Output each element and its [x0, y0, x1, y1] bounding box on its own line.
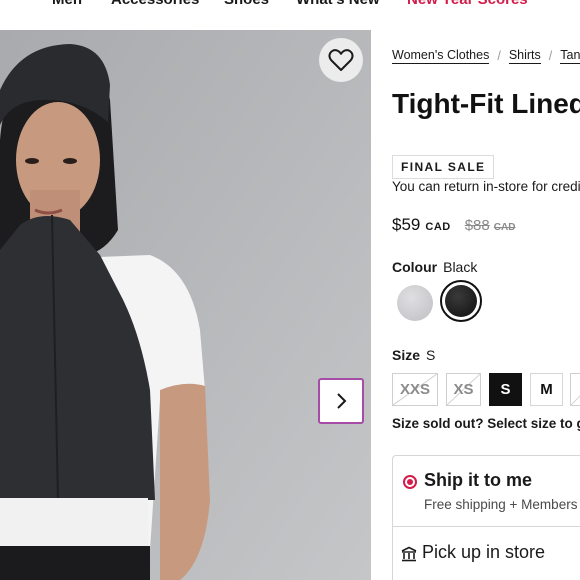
size-option-m[interactable]: M — [530, 373, 563, 406]
current-price: $59 — [392, 215, 421, 234]
nav-item-sale[interactable]: New Year Scores — [407, 0, 528, 8]
final-sale-badge: FINAL SALE — [392, 155, 495, 179]
colour-swatch-black-fill — [445, 285, 477, 317]
original-price-currency: CAD — [493, 222, 516, 233]
favorite-button[interactable] — [319, 38, 363, 82]
product-image-gallery — [0, 30, 371, 580]
chevron-right-icon — [337, 393, 347, 409]
selected-colour: Black — [443, 259, 478, 275]
store-icon — [401, 546, 417, 562]
size-option-label: M — [540, 381, 553, 398]
product-photo — [0, 30, 371, 580]
breadcrumb-shirts[interactable]: Shirts — [508, 48, 541, 64]
size-label: Size S — [392, 347, 435, 363]
selected-size: S — [426, 347, 436, 363]
nav-item-whats-new[interactable]: What's New — [296, 0, 380, 8]
breadcrumb-tank-tops[interactable]: Tank Tops — [560, 48, 580, 64]
size-option-xxs[interactable]: XXS — [392, 373, 438, 406]
radio-selected-dot — [407, 479, 413, 485]
nav-item-men[interactable]: Men — [52, 0, 82, 8]
ship-subtitle: Free shipping + Members get free returns — [424, 497, 580, 512]
return-note: You can return in-store for credit — [392, 179, 580, 194]
ship-title: Ship it to me — [424, 470, 532, 490]
colour-heading: Colour — [392, 259, 438, 275]
product-details: Women's Clothes / Shirts / Tank Tops Tig… — [371, 30, 580, 580]
next-image-button[interactable] — [318, 378, 364, 424]
breadcrumb-separator: / — [548, 49, 553, 63]
size-option-label: S — [500, 381, 511, 398]
nav-item-accessories[interactable]: Accessories — [111, 0, 199, 8]
top-nav: Men Accessories Shoes What's New New Yea… — [0, 0, 580, 30]
size-sold-out-link[interactable]: Size sold out? Select size to get notifi… — [392, 416, 580, 431]
product-title: Tight-Fit Lined Top — [392, 88, 580, 119]
breadcrumb-separator: / — [497, 49, 501, 63]
size-heading: Size — [392, 347, 421, 363]
breadcrumb: Women's Clothes / Shirts / Tank Tops — [392, 48, 580, 64]
size-option-xs[interactable]: XS — [446, 373, 481, 406]
sold-out-slash — [571, 395, 580, 405]
ship-to-me-option[interactable]: Ship it to me Free shipping + Members ge… — [392, 455, 580, 527]
pickup-title: Pick up in store — [422, 542, 546, 562]
nav-item-shoes[interactable]: Shoes — [224, 0, 269, 8]
current-price-currency: CAD — [425, 221, 451, 233]
size-option-label: XXS — [399, 381, 430, 398]
size-option-label: XS — [453, 381, 474, 398]
colour-label: Colour Black — [392, 259, 477, 275]
breadcrumb-womens-clothes[interactable]: Women's Clothes — [392, 48, 490, 64]
heart-icon — [328, 49, 354, 71]
original-price: $88 — [464, 217, 490, 234]
size-option-s[interactable]: S — [489, 373, 522, 406]
colour-swatch-grey[interactable] — [397, 285, 433, 321]
size-option-l[interactable]: L — [570, 373, 580, 406]
ship-radio[interactable] — [403, 475, 417, 489]
price: $59 CAD $88 CAD — [392, 215, 515, 235]
colour-swatch-black[interactable] — [440, 280, 482, 322]
pickup-in-store-option[interactable]: Pick up in store — [392, 526, 580, 580]
